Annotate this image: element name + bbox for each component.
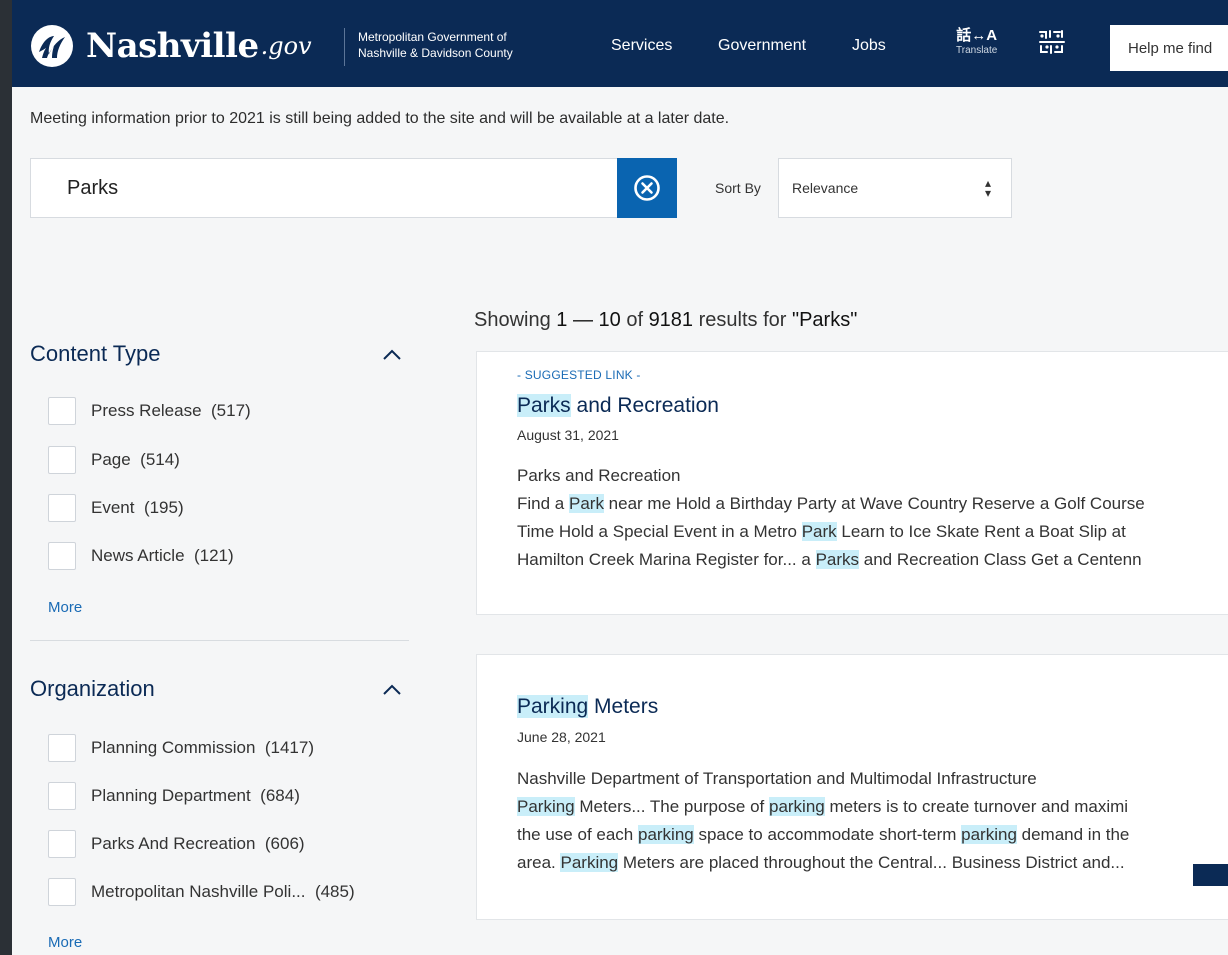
- close-circle-icon: [634, 175, 660, 201]
- meeting-notice: Meeting information prior to 2021 is sti…: [30, 110, 730, 127]
- facet-item-parks-and-recreation[interactable]: Parks And Recreation (606): [48, 829, 305, 859]
- facet-label: Planning Department (684): [91, 786, 300, 805]
- checkbox[interactable]: [48, 782, 76, 810]
- checkbox[interactable]: [48, 734, 76, 762]
- nashville-logo-icon: [31, 25, 73, 67]
- facet-label: Metropolitan Nashville Poli... (485): [91, 882, 355, 901]
- checkbox[interactable]: [48, 542, 76, 570]
- help-me-find-input[interactable]: [1110, 25, 1228, 71]
- more-content-type-link[interactable]: More: [48, 599, 82, 616]
- qr-code-icon[interactable]: [1038, 28, 1066, 56]
- site-header: Nashville .gov Metropolitan Government of…: [12, 0, 1228, 87]
- result-card: Parking Meters June 28, 2021 Nashville D…: [476, 654, 1228, 920]
- facet-label: Event (195): [91, 498, 184, 517]
- result-date: June 28, 2021: [517, 729, 606, 745]
- result-action-button[interactable]: [1193, 864, 1228, 886]
- result-title-link[interactable]: Parking Meters: [517, 695, 658, 719]
- translate-icon: 話↔A: [956, 27, 998, 44]
- sort-arrows-icon: ▴ ▾: [985, 176, 992, 200]
- checkbox[interactable]: [48, 446, 76, 474]
- facet-label: Planning Commission (1417): [91, 738, 314, 757]
- result-snippet-line: Time Hold a Special Event in a Metro Par…: [517, 522, 1126, 541]
- facet-item-press-release[interactable]: Press Release (517): [48, 396, 251, 426]
- site-logo[interactable]: Nashville .gov: [30, 24, 312, 68]
- facet-label: News Article (121): [91, 546, 234, 565]
- facet-item-page[interactable]: Page (514): [48, 445, 180, 475]
- search-box: [30, 158, 618, 218]
- result-snippet-line: the use of each parking space to accommo…: [517, 825, 1130, 844]
- facet-item-event[interactable]: Event (195): [48, 493, 184, 523]
- checkbox[interactable]: [48, 397, 76, 425]
- facet-label: Press Release (517): [91, 401, 251, 420]
- checkbox[interactable]: [48, 830, 76, 858]
- more-organization-link[interactable]: More: [48, 934, 82, 951]
- metro-government-label: Metropolitan Government of Nashville & D…: [358, 29, 513, 61]
- suggested-link-tag: - SUGGESTED LINK -: [517, 368, 641, 382]
- chevron-up-icon[interactable]: [382, 682, 402, 696]
- sort-selected-value: Relevance: [792, 180, 859, 196]
- search-input[interactable]: [31, 159, 617, 217]
- chevron-up-icon[interactable]: [382, 347, 402, 361]
- facet-item-news-article[interactable]: News Article (121): [48, 541, 234, 571]
- nav-services[interactable]: Services: [611, 37, 672, 55]
- result-title-link[interactable]: Parks and Recreation: [517, 394, 719, 418]
- page: Nashville .gov Metropolitan Government of…: [12, 0, 1228, 955]
- facet-item-metropolitan-nashville-police[interactable]: Metropolitan Nashville Poli... (485): [48, 877, 355, 907]
- result-card: - SUGGESTED LINK - Parks and Recreation …: [476, 351, 1228, 615]
- metro-line-1: Metropolitan Government of: [358, 30, 507, 44]
- sidebar-divider: [30, 640, 409, 641]
- facet-title-organization: Organization: [30, 676, 155, 701]
- translate-label: Translate: [956, 45, 998, 56]
- result-department: Parks and Recreation: [517, 466, 681, 485]
- sort-select[interactable]: Relevance ▴ ▾: [778, 158, 1012, 218]
- metro-line-2: Nashville & Davidson County: [358, 46, 513, 60]
- facet-label: Parks And Recreation (606): [91, 834, 305, 853]
- clear-search-button[interactable]: [617, 158, 677, 218]
- result-snippet-line: Find a Park near me Hold a Birthday Part…: [517, 494, 1145, 513]
- facet-label: Page (514): [91, 450, 180, 469]
- result-department: Nashville Department of Transportation a…: [517, 769, 1037, 788]
- facet-title-content-type: Content Type: [30, 341, 161, 366]
- facet-item-planning-commission[interactable]: Planning Commission (1417): [48, 733, 314, 763]
- checkbox[interactable]: [48, 494, 76, 522]
- nav-government[interactable]: Government: [718, 37, 806, 55]
- sort-by-label: Sort By: [715, 180, 761, 196]
- brand-suffix: .gov: [260, 32, 312, 60]
- result-snippet-line: area. Parking Meters are placed througho…: [517, 853, 1125, 872]
- facet-item-planning-department[interactable]: Planning Department (684): [48, 781, 300, 811]
- nav-jobs[interactable]: Jobs: [852, 37, 886, 55]
- results-summary: Showing 1 — 10 of 9181 results for "Park…: [474, 309, 858, 331]
- brand-name: Nashville: [86, 26, 259, 66]
- checkbox[interactable]: [48, 878, 76, 906]
- result-date: August 31, 2021: [517, 427, 619, 443]
- result-snippet-line: Parking Meters... The purpose of parking…: [517, 797, 1129, 816]
- result-snippet-line: Hamilton Creek Marina Register for... a …: [517, 550, 1142, 569]
- translate-button[interactable]: 話↔A Translate: [956, 27, 997, 57]
- header-divider: [344, 28, 345, 66]
